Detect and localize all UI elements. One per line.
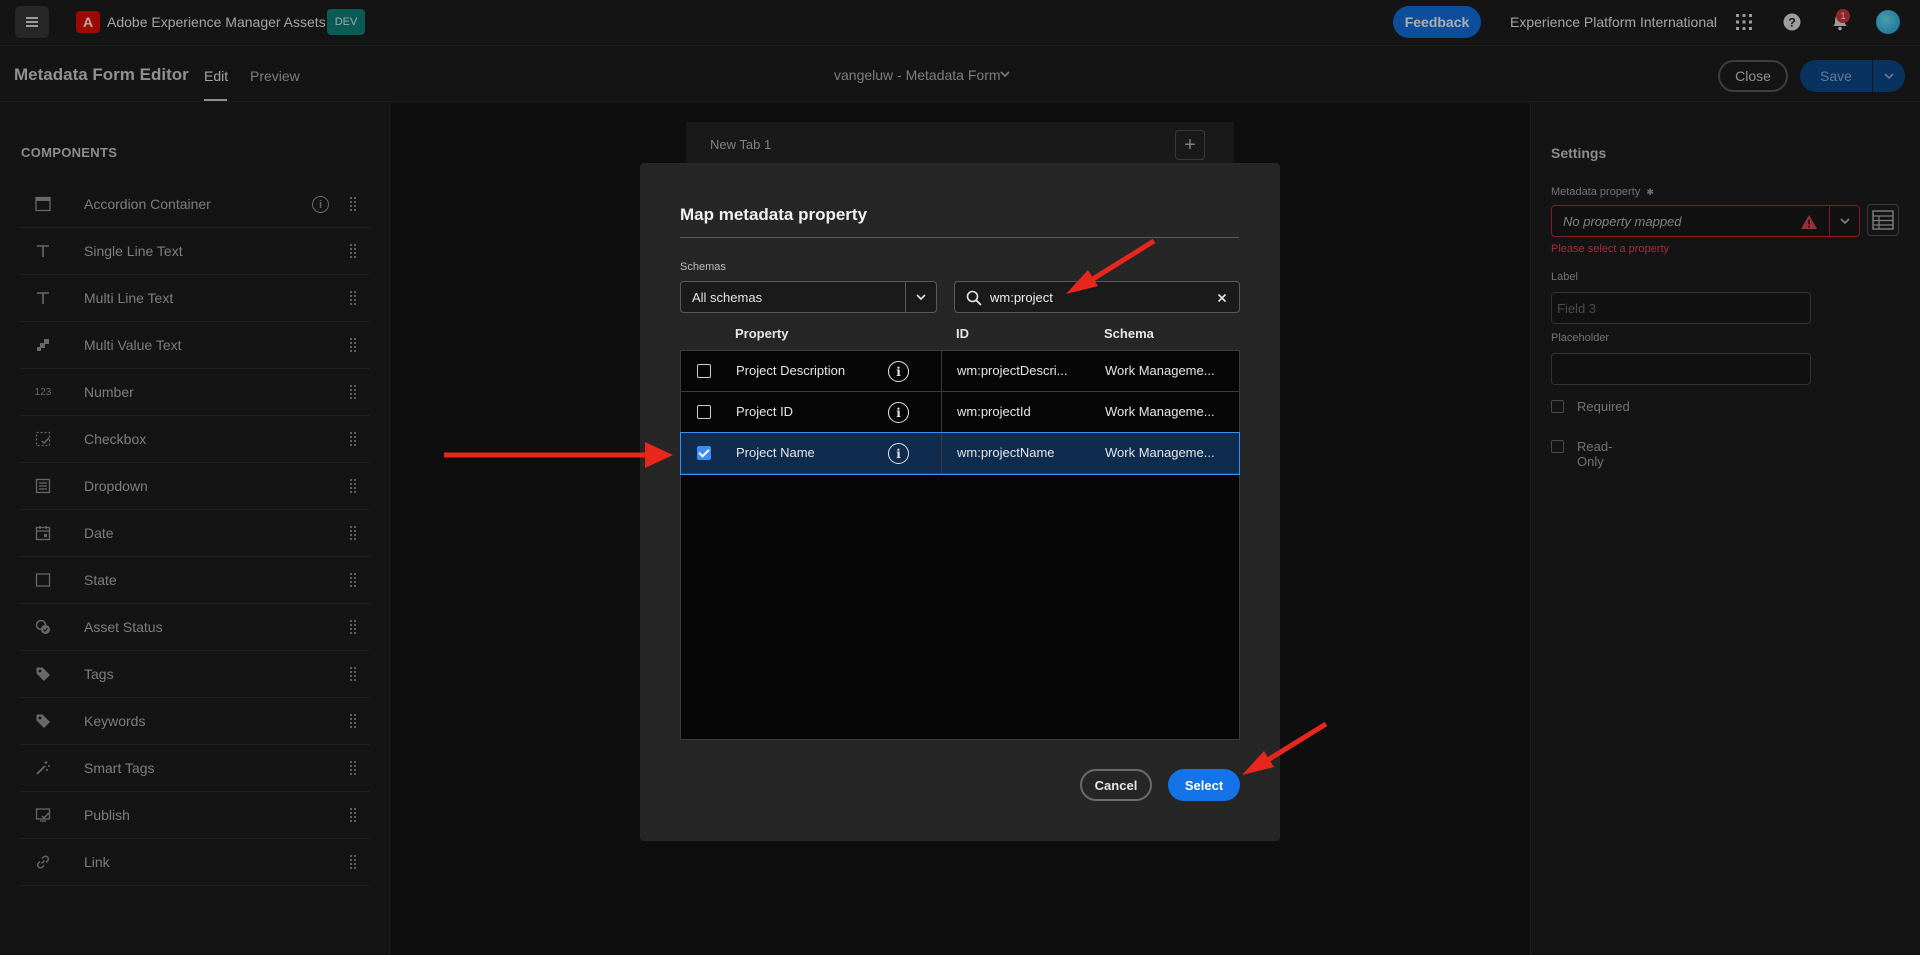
- column-header-id[interactable]: ID: [956, 326, 969, 341]
- table-row[interactable]: Project Description i wm:projectDescri..…: [681, 351, 1239, 392]
- cancel-button[interactable]: Cancel: [1080, 769, 1152, 801]
- column-header-schema[interactable]: Schema: [1104, 326, 1154, 341]
- column-divider: [941, 392, 942, 432]
- column-divider: [941, 433, 942, 473]
- info-icon[interactable]: i: [888, 361, 909, 382]
- table-header: Property ID Schema: [680, 318, 1240, 348]
- row-checkbox-checked[interactable]: [697, 446, 711, 460]
- property-id: wm:projectId: [957, 404, 1031, 419]
- column-divider: [941, 351, 942, 391]
- divider: [680, 237, 1239, 238]
- property-name: Project Description: [736, 363, 846, 378]
- schema-picker-value: All schemas: [692, 290, 763, 305]
- schema-picker-button[interactable]: [905, 281, 937, 313]
- row-checkbox[interactable]: [697, 405, 711, 419]
- map-metadata-property-dialog: Map metadata property Schemas All schema…: [640, 163, 1280, 841]
- property-schema: Work Manageme...: [1105, 404, 1215, 419]
- table-row[interactable]: Project ID i wm:projectId Work Manageme.…: [681, 392, 1239, 433]
- schemas-label: Schemas: [680, 261, 726, 273]
- property-name: Project ID: [736, 404, 794, 419]
- dialog-title: Map metadata property: [680, 205, 868, 224]
- property-table: Project Description i wm:projectDescri..…: [680, 350, 1240, 740]
- clear-icon[interactable]: [1217, 289, 1227, 306]
- property-schema: Work Manageme...: [1105, 445, 1215, 460]
- row-checkbox[interactable]: [697, 364, 711, 378]
- property-id: wm:projectName: [957, 445, 1055, 460]
- property-id: wm:projectDescri...: [957, 363, 1068, 378]
- search-value: wm:project: [990, 290, 1053, 305]
- info-icon[interactable]: i: [888, 402, 909, 423]
- property-name: Project Name: [736, 445, 815, 460]
- property-schema: Work Manageme...: [1105, 363, 1215, 378]
- schema-picker[interactable]: All schemas: [680, 281, 906, 313]
- search-icon: [966, 290, 982, 311]
- search-input[interactable]: wm:project: [954, 281, 1240, 313]
- table-row-selected[interactable]: Project Name i wm:projectName Work Manag…: [680, 432, 1240, 475]
- info-icon[interactable]: i: [888, 443, 909, 464]
- column-header-property[interactable]: Property: [735, 326, 788, 341]
- chevron-down-icon: [916, 294, 926, 301]
- select-button[interactable]: Select: [1168, 769, 1240, 801]
